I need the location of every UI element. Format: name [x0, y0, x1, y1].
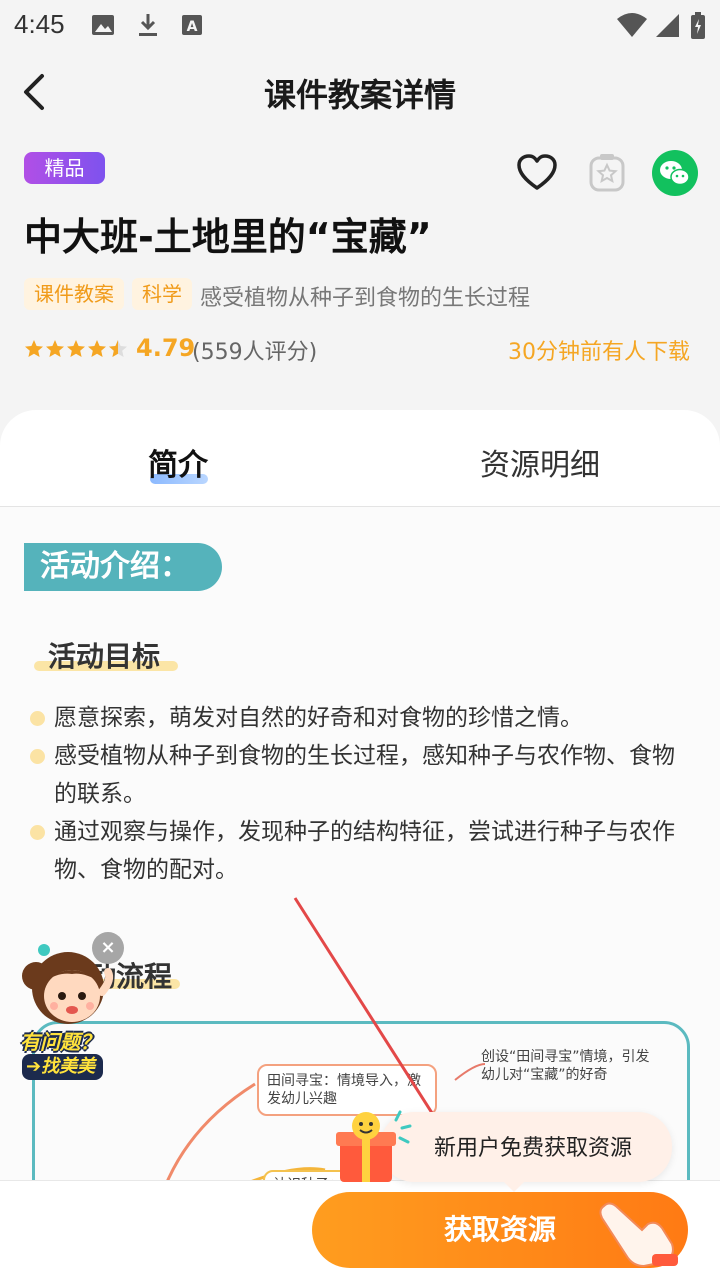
rating-count: (559人评分) [192, 340, 318, 365]
pointing-hand-icon [599, 1202, 678, 1268]
goals-heading: 活动目标 [48, 640, 161, 673]
star-icon [46, 340, 64, 357]
tab-intro[interactable]: 简介 [148, 440, 208, 484]
heart-icon [517, 154, 557, 190]
helper-text-contact[interactable]: ➔找美美 [22, 1054, 104, 1080]
flow-node-note: 创设“田间寻宝”情境，引发幼儿对“宝藏”的好奇 [481, 1049, 650, 1083]
arrow-right-icon: ➔ [26, 1056, 42, 1077]
font-notification-icon: A [182, 15, 202, 35]
resource-title: 中大班-土地里的“宝藏” [24, 215, 432, 259]
resource-description: 感受植物从种子到食物的生长过程 [200, 286, 531, 311]
helper-contact-label: 找美美 [41, 1056, 96, 1077]
goal-item-2: 感受植物从种子到食物的生长过程，感知种子与农作物、食物的联系。 [54, 743, 675, 807]
bullet-dot [30, 749, 45, 764]
premium-badge: 精品 [24, 152, 105, 184]
star-icon [67, 340, 85, 357]
goal-item-1: 愿意探索，萌发对自然的好奇和对食物的珍惜之情。 [54, 705, 583, 731]
wechat-icon [660, 161, 690, 186]
page-title: 课件教案详情 [263, 76, 456, 114]
rating-stars [25, 340, 127, 357]
wechat-share-button[interactable] [652, 150, 698, 196]
favorite-button[interactable] [514, 150, 560, 196]
star-badge-icon [589, 154, 625, 192]
promo-text: 新用户免费获取资源 [434, 1136, 633, 1161]
status-time: 4:45 [14, 9, 65, 39]
helper-text-question[interactable]: 有问题？ [20, 1026, 100, 1055]
bullet-dot [30, 711, 45, 726]
bullet-dot [30, 825, 45, 840]
activity-intro-heading: 活动介绍： [24, 543, 222, 591]
helper-close-button[interactable]: × [92, 932, 124, 964]
image-notification-icon [92, 15, 114, 35]
signal-icon [656, 14, 679, 37]
gift-box-icon [336, 1110, 412, 1182]
tag-courseware[interactable]: 课件教案 [24, 278, 124, 310]
star-icon [88, 340, 106, 357]
status-bar: 4:45 A [0, 0, 720, 50]
collect-button[interactable] [584, 150, 630, 196]
tag-science[interactable]: 科学 [132, 278, 192, 310]
svg-text:A: A [187, 19, 198, 35]
goal-item-3: 通过观察与操作，发现种子的结构特征，尝试进行种子与农作物、食物的配对。 [54, 819, 675, 883]
wifi-icon [617, 13, 647, 37]
star-icon [25, 340, 43, 357]
tab-resource-detail[interactable]: 资源明细 [480, 440, 600, 484]
battery-icon [691, 12, 705, 39]
rating-value: 4.79 [136, 334, 196, 362]
download-notification-icon [139, 14, 157, 36]
promo-bubble-tail [500, 1178, 528, 1192]
download-note: 30分钟前有人下载 [508, 340, 690, 365]
nav-bar: 课件教案详情 [0, 50, 720, 134]
